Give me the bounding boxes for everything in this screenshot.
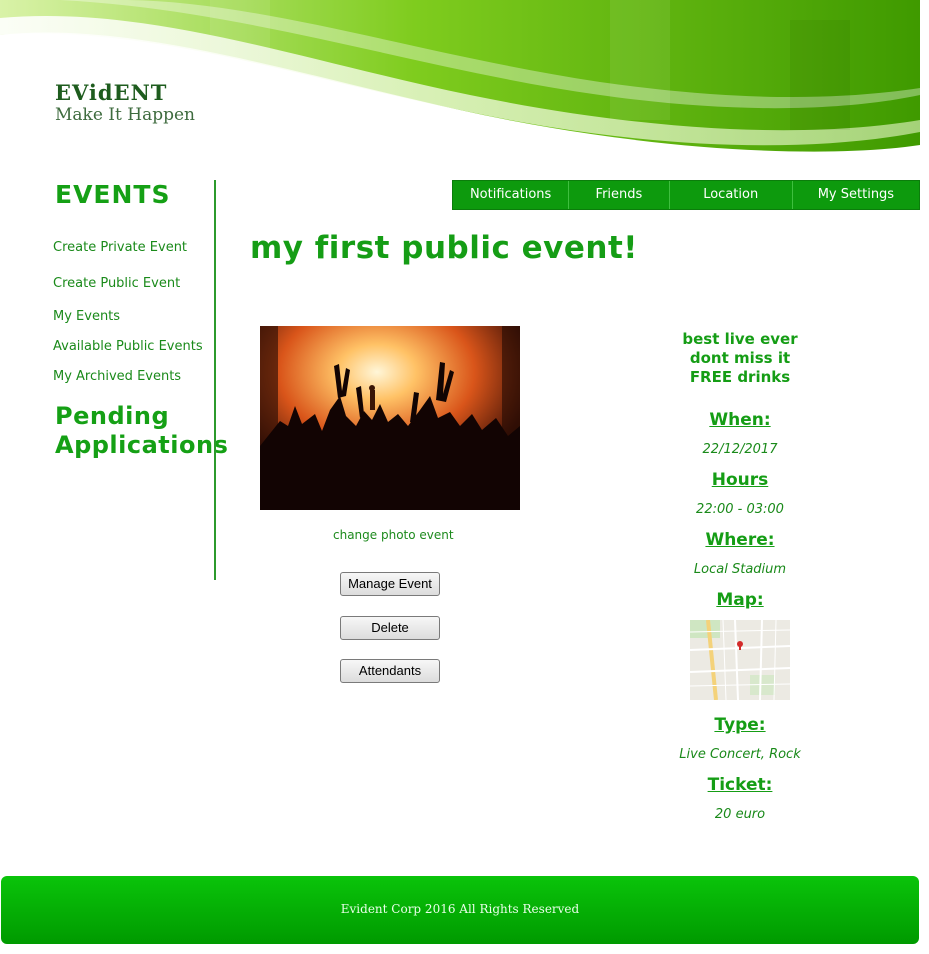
sidebar-title: EVENTS — [55, 180, 171, 209]
header-banner: EVidENT Make It Happen — [0, 0, 929, 175]
brand-logo[interactable]: EVidENT Make It Happen — [55, 80, 195, 125]
sidebar-pending-applications[interactable]: Pending Applications — [55, 402, 228, 460]
delete-button[interactable]: Delete — [340, 616, 440, 640]
pending-line-1: Pending — [55, 402, 170, 430]
attendants-button[interactable]: Attendants — [340, 659, 440, 683]
when-label: When: — [709, 410, 771, 430]
sidebar-divider — [214, 180, 216, 580]
nav-location[interactable]: Location — [670, 181, 793, 209]
type-label: Type: — [714, 715, 766, 735]
nav-my-settings[interactable]: My Settings — [793, 181, 919, 209]
where-value: Local Stadium — [693, 562, 787, 577]
map-label: Map: — [716, 590, 764, 610]
type-value: Live Concert, Rock — [679, 747, 801, 762]
ticket-value: 20 euro — [714, 807, 766, 822]
event-description: best live ever dont miss it FREE drinks — [640, 330, 840, 387]
sidebar-link-create-private[interactable]: Create Private Event — [53, 240, 187, 255]
where-label: Where: — [705, 530, 775, 550]
ticket-label: Ticket: — [707, 775, 773, 795]
nav-friends[interactable]: Friends — [569, 181, 670, 209]
page-title: my first public event! — [250, 230, 638, 266]
sidebar-link-archived[interactable]: My Archived Events — [53, 369, 181, 384]
sidebar-link-create-public[interactable]: Create Public Event — [53, 276, 180, 291]
description-line-3: FREE drinks — [689, 368, 791, 386]
change-photo-link[interactable]: change photo event — [333, 528, 454, 542]
pending-line-2: Applications — [55, 431, 229, 459]
footer: Evident Corp 2016 All Rights Reserved — [1, 876, 919, 944]
description-line-1: best live ever — [682, 330, 798, 348]
hours-label: Hours — [711, 470, 769, 490]
top-nav: Notifications Friends Location My Settin… — [452, 180, 920, 210]
manage-event-button[interactable]: Manage Event — [340, 572, 440, 596]
sidebar-link-my-events[interactable]: My Events — [53, 309, 120, 324]
footer-copyright: Evident Corp 2016 All Rights Reserved — [340, 902, 580, 916]
brand-name: EVidENT — [55, 80, 168, 105]
description-line-2: dont miss it — [689, 349, 791, 367]
hours-value: 22:00 - 03:00 — [696, 502, 784, 517]
when-value: 22/12/2017 — [702, 442, 778, 457]
nav-notifications[interactable]: Notifications — [453, 181, 570, 209]
location-map[interactable] — [690, 620, 790, 700]
event-details: best live ever dont miss it FREE drinks … — [640, 330, 840, 822]
sidebar-link-available-public[interactable]: Available Public Events — [53, 339, 203, 354]
brand-tagline: Make It Happen — [55, 105, 195, 125]
event-photo — [260, 326, 520, 510]
